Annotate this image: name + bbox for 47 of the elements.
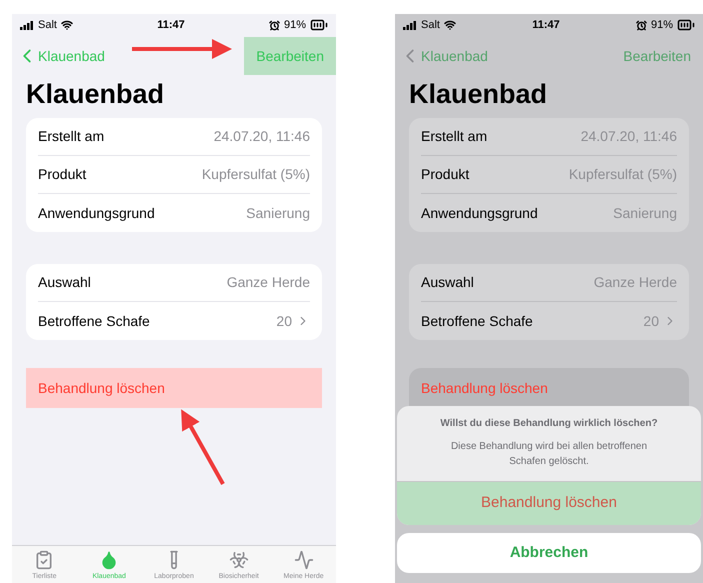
sheet-title: Willst du diese Behandlung wirklich löschen? <box>440 417 658 431</box>
row-value: 20 <box>643 312 659 330</box>
battery-percent: 91% <box>650 18 673 33</box>
back-button[interactable]: Klauenbad <box>399 45 488 67</box>
alarm-icon <box>268 20 280 30</box>
row-label: Erstellt am <box>421 127 488 146</box>
status-time: 11:47 <box>157 18 185 33</box>
signal-icon <box>20 20 34 30</box>
carrier-name: Salt <box>38 18 57 33</box>
edit-button[interactable]: Bearbeiten <box>611 37 703 75</box>
wifi-icon <box>60 19 73 31</box>
row-value: Kupfersulfat (5%) <box>568 165 677 184</box>
sheet-message: Diese Behandlung wird bei allen betroffenen Schafen gelöscht. <box>450 440 648 469</box>
row-label: Betroffene Schafe <box>421 312 533 330</box>
cancel-button[interactable]: Abbrechen <box>397 533 701 573</box>
edit-button[interactable]: Bearbeiten <box>244 37 336 75</box>
row-value: Sanierung <box>246 204 310 223</box>
row-label: Auswahl <box>38 273 91 292</box>
row-value: Sanierung <box>613 204 677 223</box>
status-time: 11:47 <box>532 18 560 33</box>
alarm-icon <box>636 20 647 30</box>
page-title: Klauenbad <box>25 78 166 111</box>
row-label: Betroffene Schafe <box>38 312 150 330</box>
row-value: 24.07.20, 11:46 <box>214 127 310 146</box>
row-value: 20 <box>276 312 292 330</box>
zigzag-line-icon <box>294 550 314 570</box>
wifi-icon <box>444 19 456 31</box>
row-label: Auswahl <box>421 273 474 292</box>
row-value: Kupfersulfat (5%) <box>202 165 310 184</box>
clipboard-check-icon <box>34 550 54 570</box>
delete-treatment-button[interactable]: Behandlung löschen <box>26 368 322 408</box>
biohazard-icon <box>228 550 249 570</box>
delete-treatment-button[interactable]: Behandlung löschen <box>409 368 689 408</box>
signal-icon <box>403 20 417 30</box>
row-value: Ganze Herde <box>594 273 677 292</box>
back-button[interactable]: Klauenbad <box>16 45 105 67</box>
row-label: Produkt <box>38 165 86 184</box>
page-title: Klauenbad <box>408 78 548 111</box>
row-value: Ganze Herde <box>226 273 310 292</box>
carrier-name: Salt <box>421 18 440 33</box>
row-label: Erstellt am <box>38 127 104 146</box>
battery-percent: 91% <box>284 18 306 33</box>
row-value: 24.07.20, 11:46 <box>580 127 677 146</box>
row-label: Produkt <box>421 165 470 184</box>
row-label: Anwendungsgrund <box>421 204 538 223</box>
row-label: Anwendungsgrund <box>38 204 155 223</box>
confirm-delete-button[interactable]: Behandlung löschen <box>397 481 701 525</box>
